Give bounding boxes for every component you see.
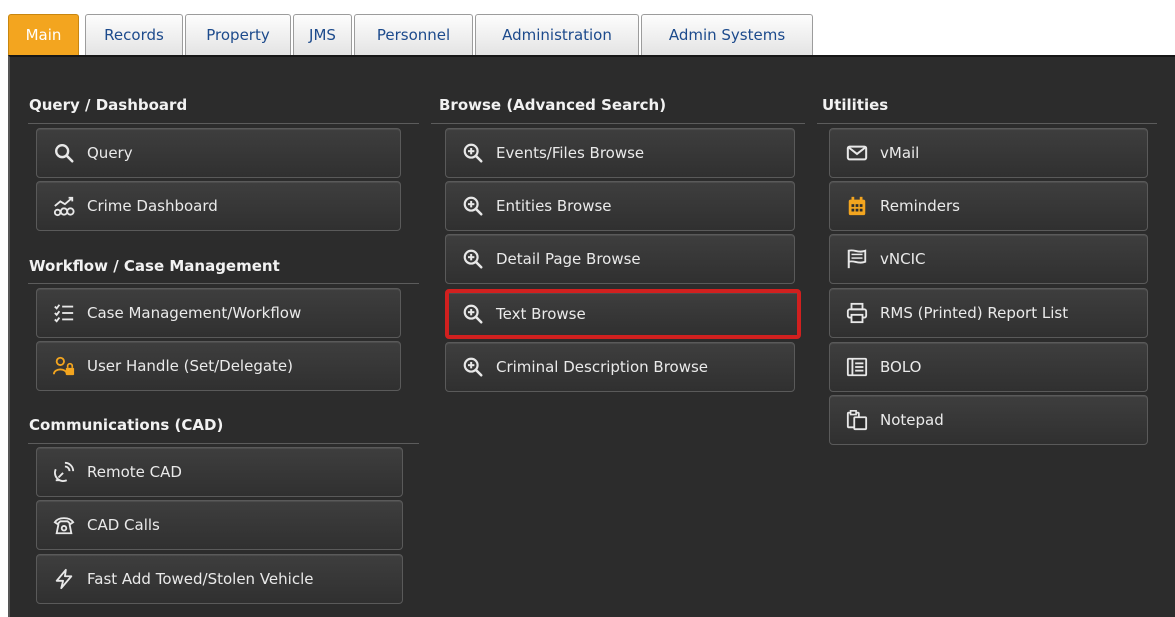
telephone-icon <box>53 517 75 535</box>
crime-dashboard-label: Crime Dashboard <box>87 197 218 215</box>
zoom-in-icon <box>463 304 483 324</box>
lightning-icon <box>55 568 73 590</box>
tab-main[interactable]: Main <box>8 14 79 55</box>
flag-icon <box>847 249 867 269</box>
criminal-description-browse-button[interactable]: Criminal Description Browse <box>445 342 795 392</box>
entities-browse-button[interactable]: Entities Browse <box>445 181 795 231</box>
case-management-button[interactable]: Case Management/Workflow <box>36 288 401 338</box>
tab-admin-systems[interactable]: Admin Systems <box>641 14 813 55</box>
detail-page-browse-label: Detail Page Browse <box>496 250 641 268</box>
section-divider <box>817 123 1157 124</box>
user-handle-button[interactable]: User Handle (Set/Delegate) <box>36 341 401 391</box>
section-title-browse: Browse (Advanced Search) <box>439 96 667 114</box>
bolo-label: BOLO <box>880 358 922 376</box>
remote-cad-button[interactable]: Remote CAD <box>36 447 403 497</box>
tab-personnel[interactable]: Personnel <box>354 14 473 55</box>
cad-calls-label: CAD Calls <box>87 516 160 534</box>
tab-jms[interactable]: JMS <box>293 14 352 55</box>
remote-cad-label: Remote CAD <box>87 463 182 481</box>
fast-add-vehicle-button[interactable]: Fast Add Towed/Stolen Vehicle <box>36 554 403 604</box>
section-divider <box>28 283 419 284</box>
section-divider <box>431 123 805 124</box>
section-title-query-dashboard: Query / Dashboard <box>29 96 188 114</box>
checklist-icon <box>54 304 74 323</box>
zoom-in-icon <box>463 196 483 216</box>
printer-icon <box>846 302 868 324</box>
zoom-in-icon <box>463 357 483 377</box>
notepad-button[interactable]: Notepad <box>829 395 1148 445</box>
vmail-label: vMail <box>880 144 920 162</box>
query-button[interactable]: Query <box>36 128 401 178</box>
reminders-button[interactable]: Reminders <box>829 181 1148 231</box>
notepad-label: Notepad <box>880 411 944 429</box>
magnifier-icon <box>55 144 74 163</box>
events-files-browse-label: Events/Files Browse <box>496 144 645 162</box>
envelope-icon <box>846 145 868 161</box>
rms-report-list-button[interactable]: RMS (Printed) Report List <box>829 288 1148 338</box>
case-management-label: Case Management/Workflow <box>87 304 302 322</box>
rms-report-list-label: RMS (Printed) Report List <box>880 304 1069 322</box>
tab-records[interactable]: Records <box>85 14 183 55</box>
text-browse-button[interactable]: Text Browse <box>445 289 801 339</box>
query-label: Query <box>87 144 133 162</box>
vmail-button[interactable]: vMail <box>829 128 1148 178</box>
calendar-icon <box>848 196 866 216</box>
section-divider <box>28 123 419 124</box>
tab-property[interactable]: Property <box>185 14 291 55</box>
section-title-utilities: Utilities <box>822 96 889 114</box>
fast-add-vehicle-label: Fast Add Towed/Stolen Vehicle <box>87 570 314 588</box>
zoom-in-icon <box>463 249 483 269</box>
dashboard-chart-icon <box>53 196 75 217</box>
criminal-description-browse-label: Criminal Description Browse <box>496 358 709 376</box>
crime-dashboard-button[interactable]: Crime Dashboard <box>36 181 401 231</box>
zoom-in-icon <box>463 143 483 163</box>
section-divider <box>28 443 419 444</box>
vncic-label: vNCIC <box>880 250 926 268</box>
satellite-dish-icon <box>54 461 75 482</box>
user-handle-label: User Handle (Set/Delegate) <box>87 357 294 375</box>
reminders-label: Reminders <box>880 197 960 215</box>
section-title-communications: Communications (CAD) <box>29 416 224 434</box>
user-lock-icon <box>53 356 75 376</box>
tab-administration[interactable]: Administration <box>475 14 639 55</box>
section-title-workflow: Workflow / Case Management <box>29 257 280 275</box>
cad-calls-button[interactable]: CAD Calls <box>36 500 403 550</box>
bulletin-icon <box>846 357 868 377</box>
text-browse-label: Text Browse <box>496 305 586 323</box>
entities-browse-label: Entities Browse <box>496 197 612 215</box>
detail-page-browse-button[interactable]: Detail Page Browse <box>445 234 795 284</box>
vncic-button[interactable]: vNCIC <box>829 234 1148 284</box>
bolo-button[interactable]: BOLO <box>829 342 1148 392</box>
events-files-browse-button[interactable]: Events/Files Browse <box>445 128 795 178</box>
clipboard-icon <box>846 410 868 431</box>
